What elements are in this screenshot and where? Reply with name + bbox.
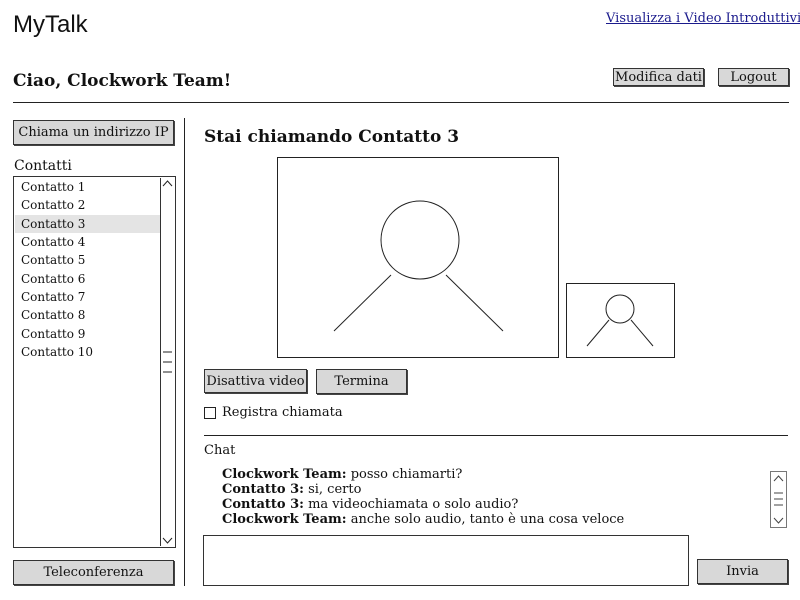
contact-item[interactable]: Contatto 1 bbox=[15, 178, 160, 196]
message-sender: Clockwork Team: bbox=[222, 512, 347, 527]
chat-scrollbar[interactable] bbox=[770, 471, 787, 528]
chat-message: Clockwork Team: anche solo audio, tanto … bbox=[222, 512, 762, 527]
record-call-label: Registra chiamata bbox=[222, 405, 343, 420]
message-sender: Contatto 3: bbox=[222, 497, 304, 512]
scroll-down-icon bbox=[162, 537, 173, 544]
contact-list: Contatto 1 Contatto 2 Contatto 3 Contatt… bbox=[13, 176, 176, 548]
intro-videos-link[interactable]: Visualizza i Video Introduttivi bbox=[606, 11, 800, 26]
message-sender: Clockwork Team: bbox=[222, 467, 347, 482]
send-button[interactable]: Invia bbox=[697, 559, 788, 584]
message-text: si, certo bbox=[303, 482, 362, 497]
record-call-checkbox[interactable]: Registra chiamata bbox=[204, 405, 343, 420]
contact-item[interactable]: Contatto 10 bbox=[15, 343, 160, 361]
contact-item[interactable]: Contatto 9 bbox=[15, 325, 160, 343]
contact-item[interactable]: Contatto 4 bbox=[15, 233, 160, 251]
chat-message: Clockwork Team: posso chiamarti? bbox=[222, 467, 762, 482]
contact-item[interactable]: Contatto 7 bbox=[15, 288, 160, 306]
checkbox-box[interactable] bbox=[204, 406, 216, 419]
app-title: MyTalk bbox=[13, 11, 88, 38]
disable-video-button[interactable]: Disattiva video bbox=[204, 369, 307, 393]
remote-video bbox=[277, 157, 559, 358]
end-call-button[interactable]: Termina bbox=[316, 369, 407, 394]
chat-message: Contatto 3: si, certo bbox=[222, 482, 762, 497]
logout-button[interactable]: Logout bbox=[718, 68, 789, 86]
contact-item[interactable]: Contatto 5 bbox=[15, 251, 160, 269]
edit-profile-button[interactable]: Modifica dati bbox=[613, 68, 704, 86]
contacts-label: Contatti bbox=[14, 158, 72, 174]
chat-divider bbox=[204, 435, 788, 436]
chat-input[interactable] bbox=[203, 535, 689, 586]
header-divider bbox=[13, 102, 789, 103]
message-text: anche solo audio, tanto è una cosa veloc… bbox=[346, 512, 625, 527]
person-placeholder-icon bbox=[333, 200, 504, 332]
message-text: ma videochiamata o solo audio? bbox=[303, 497, 519, 512]
sidebar-divider bbox=[184, 118, 185, 586]
conference-button[interactable]: Teleconferenza bbox=[13, 560, 174, 585]
chat-label: Chat bbox=[204, 443, 236, 458]
message-sender: Contatto 3: bbox=[222, 482, 304, 497]
person-placeholder-icon bbox=[586, 294, 654, 347]
contact-item[interactable]: Contatto 2 bbox=[15, 196, 160, 214]
contact-list-scrollbar[interactable] bbox=[160, 178, 174, 546]
greeting: Ciao, Clockwork Team! bbox=[13, 71, 232, 91]
scroll-up-icon bbox=[162, 180, 173, 187]
contact-item[interactable]: Contatto 6 bbox=[15, 270, 160, 288]
message-text: posso chiamarti? bbox=[346, 467, 463, 482]
self-video bbox=[566, 283, 675, 358]
call-title: Stai chiamando Contatto 3 bbox=[204, 127, 460, 147]
contact-item-selected[interactable]: Contatto 3 bbox=[15, 215, 160, 233]
chat-log: Clockwork Team: posso chiamarti? Contatt… bbox=[222, 467, 762, 527]
contact-item[interactable]: Contatto 8 bbox=[15, 306, 160, 324]
call-ip-button[interactable]: Chiama un indirizzo IP bbox=[13, 120, 174, 145]
chat-message: Contatto 3: ma videochiamata o solo audi… bbox=[222, 497, 762, 512]
